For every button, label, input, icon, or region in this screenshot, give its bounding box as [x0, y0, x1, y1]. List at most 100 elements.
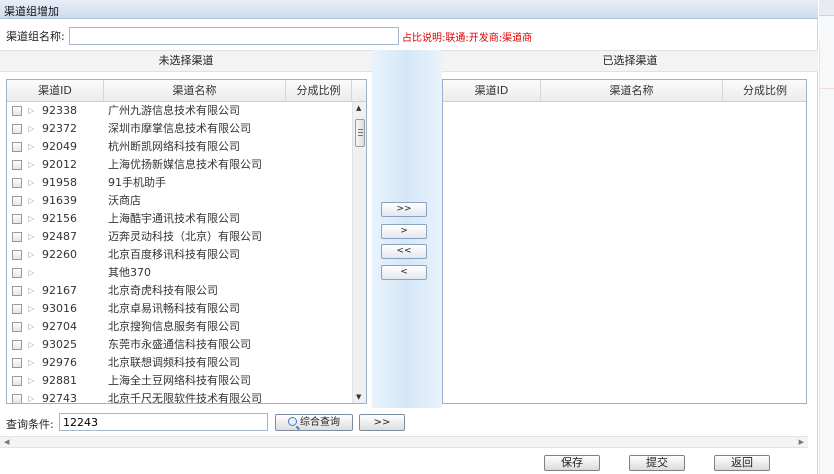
expand-arrow-icon[interactable]: ▷ [28, 156, 34, 174]
add-selected-button[interactable]: > [381, 224, 427, 239]
row-checkbox[interactable] [12, 358, 22, 368]
channel-name-cell: 广州九游信息技术有限公司 [108, 104, 240, 117]
channel-row[interactable]: ▷ 92260 北京百度移讯科技有限公司 [7, 246, 352, 264]
search-button[interactable]: 综合查询 [275, 414, 353, 431]
expand-arrow-icon[interactable]: ▷ [28, 390, 34, 403]
expand-arrow-icon[interactable]: ▷ [28, 228, 34, 246]
channel-row[interactable]: ▷ 91639 沃商店 [7, 192, 352, 210]
column-header-channel-name[interactable]: 渠道名称 [104, 80, 286, 101]
expand-arrow-icon[interactable]: ▷ [28, 102, 34, 120]
expand-arrow-icon[interactable]: ▷ [28, 264, 34, 282]
channel-name-cell: 东莞市永盛通信科技有限公司 [108, 338, 251, 351]
row-checkbox[interactable] [12, 178, 22, 188]
expand-arrow-icon[interactable]: ▷ [28, 174, 34, 192]
row-checkbox[interactable] [12, 304, 22, 314]
search-button-label: 综合查询 [300, 417, 340, 428]
channel-row[interactable]: ▷ 93025 东莞市永盛通信科技有限公司 [7, 336, 352, 354]
channel-row[interactable]: ▷ 92704 北京搜狗信息服务有限公司 [7, 318, 352, 336]
save-button[interactable]: 保存 [544, 455, 600, 471]
back-button[interactable]: 返回 [714, 455, 770, 471]
channel-row[interactable]: ▷ 92049 杭州断凯网络科技有限公司 [7, 138, 352, 156]
selected-grid-header: 渠道ID 渠道名称 分成比例 [443, 80, 806, 102]
query-input[interactable] [59, 413, 268, 431]
channel-row[interactable]: ▷ 其他370 [7, 264, 352, 282]
row-checkbox[interactable] [12, 394, 22, 403]
channel-row[interactable]: ▷ 92156 上海酷宇通讯技术有限公司 [7, 210, 352, 228]
ratio-note: 占比说明:联通:开发商:渠道商 [402, 33, 533, 44]
channel-id-cell: 92372 [42, 122, 77, 135]
channel-row[interactable]: ▷ 91958 91手机助手 [7, 174, 352, 192]
channel-row[interactable]: ▷ 92743 北京千尺无限软件技术有限公司 [7, 390, 352, 403]
channel-id-cell: 93025 [42, 338, 77, 351]
remove-all-button[interactable]: << [381, 244, 427, 259]
scroll-down-icon[interactable]: ▼ [356, 393, 361, 401]
group-name-row: 渠道组名称: 占比说明:联通:开发商:渠道商 [0, 20, 818, 50]
background-page-edge [819, 0, 834, 474]
scroll-thumb[interactable] [355, 119, 365, 147]
column-header-share-ratio[interactable]: 分成比例 [286, 80, 352, 101]
row-checkbox[interactable] [12, 106, 22, 116]
expand-arrow-icon[interactable]: ▷ [28, 246, 34, 264]
expand-arrow-icon[interactable]: ▷ [28, 138, 34, 156]
scroll-right-icon[interactable]: ▶ [799, 437, 804, 448]
expand-arrow-icon[interactable]: ▷ [28, 300, 34, 318]
query-go-button[interactable]: >> [359, 414, 405, 431]
channel-row[interactable]: ▷ 92372 深圳市摩掌信息技术有限公司 [7, 120, 352, 138]
group-name-input[interactable] [69, 27, 399, 45]
scroll-left-icon[interactable]: ◀ [4, 437, 9, 448]
channel-row[interactable]: ▷ 92976 北京联想调频科技有限公司 [7, 354, 352, 372]
submit-button[interactable]: 提交 [629, 455, 685, 471]
expand-arrow-icon[interactable]: ▷ [28, 120, 34, 138]
scroll-up-icon[interactable]: ▲ [356, 104, 361, 112]
expand-arrow-icon[interactable]: ▷ [28, 372, 34, 390]
expand-arrow-icon[interactable]: ▷ [28, 354, 34, 372]
channel-name-cell: 北京卓易讯畅科技有限公司 [108, 302, 240, 315]
horizontal-scrollbar[interactable]: ◀ ▶ [0, 436, 808, 448]
grip-icon [358, 129, 363, 130]
unselected-vertical-scrollbar[interactable]: ▲ ▼ [352, 102, 366, 403]
row-checkbox[interactable] [12, 160, 22, 170]
row-checkbox[interactable] [12, 322, 22, 332]
column-header-channel-id[interactable]: 渠道ID [443, 80, 541, 101]
row-checkbox[interactable] [12, 340, 22, 350]
channel-name-cell: 北京奇虎科技有限公司 [108, 284, 218, 297]
row-checkbox[interactable] [12, 286, 22, 296]
expand-arrow-icon[interactable]: ▷ [28, 318, 34, 336]
channel-name-cell: 北京联想调频科技有限公司 [108, 356, 240, 369]
unselected-rows: ▷ 92338 广州九游信息技术有限公司 ▷ 92372 深圳市摩掌信息技术有限公司 ▷ 92… [7, 102, 352, 403]
channel-row[interactable]: ▷ 92881 上海全土豆网络科技有限公司 [7, 372, 352, 390]
channel-group-dialog: 渠道组增加 渠道组名称: 占比说明:联通:开发商:渠道商 未选择渠道 已选择渠道… [0, 0, 818, 474]
expand-arrow-icon[interactable]: ▷ [28, 210, 34, 228]
row-checkbox[interactable] [12, 376, 22, 386]
add-all-button[interactable]: >> [381, 202, 427, 217]
row-checkbox[interactable] [12, 142, 22, 152]
row-checkbox[interactable] [12, 124, 22, 134]
channel-row[interactable]: ▷ 92487 迈奔灵动科技（北京）有限公司 [7, 228, 352, 246]
expand-arrow-icon[interactable]: ▷ [28, 192, 34, 210]
channel-id-cell: 92487 [42, 230, 77, 243]
row-checkbox[interactable] [12, 268, 22, 278]
query-row: 查询条件: 综合查询 >> [0, 408, 818, 434]
channel-name-cell: 迈奔灵动科技（北京）有限公司 [108, 230, 262, 243]
channel-row[interactable]: ▷ 93016 北京卓易讯畅科技有限公司 [7, 300, 352, 318]
channel-row[interactable]: ▷ 92338 广州九游信息技术有限公司 [7, 102, 352, 120]
channel-id-cell: 92156 [42, 212, 77, 225]
expand-arrow-icon[interactable]: ▷ [28, 282, 34, 300]
expand-arrow-icon[interactable]: ▷ [28, 336, 34, 354]
channel-row[interactable]: ▷ 92167 北京奇虎科技有限公司 [7, 282, 352, 300]
row-checkbox[interactable] [12, 214, 22, 224]
channel-name-cell: 北京搜狗信息服务有限公司 [108, 320, 240, 333]
row-checkbox[interactable] [12, 232, 22, 242]
column-header-channel-name[interactable]: 渠道名称 [541, 80, 723, 101]
column-header-channel-id[interactable]: 渠道ID [7, 80, 104, 101]
channel-name-cell: 杭州断凯网络科技有限公司 [108, 140, 240, 153]
row-checkbox[interactable] [12, 250, 22, 260]
channel-row[interactable]: ▷ 92012 上海优扬新媒信息技术有限公司 [7, 156, 352, 174]
row-checkbox[interactable] [12, 196, 22, 206]
remove-selected-button[interactable]: < [381, 265, 427, 280]
search-icon [288, 417, 297, 426]
column-header-share-ratio[interactable]: 分成比例 [723, 80, 807, 101]
channel-name-cell: 北京百度移讯科技有限公司 [108, 248, 240, 261]
channel-id-cell: 92260 [42, 248, 77, 261]
query-label: 查询条件: [6, 418, 54, 431]
